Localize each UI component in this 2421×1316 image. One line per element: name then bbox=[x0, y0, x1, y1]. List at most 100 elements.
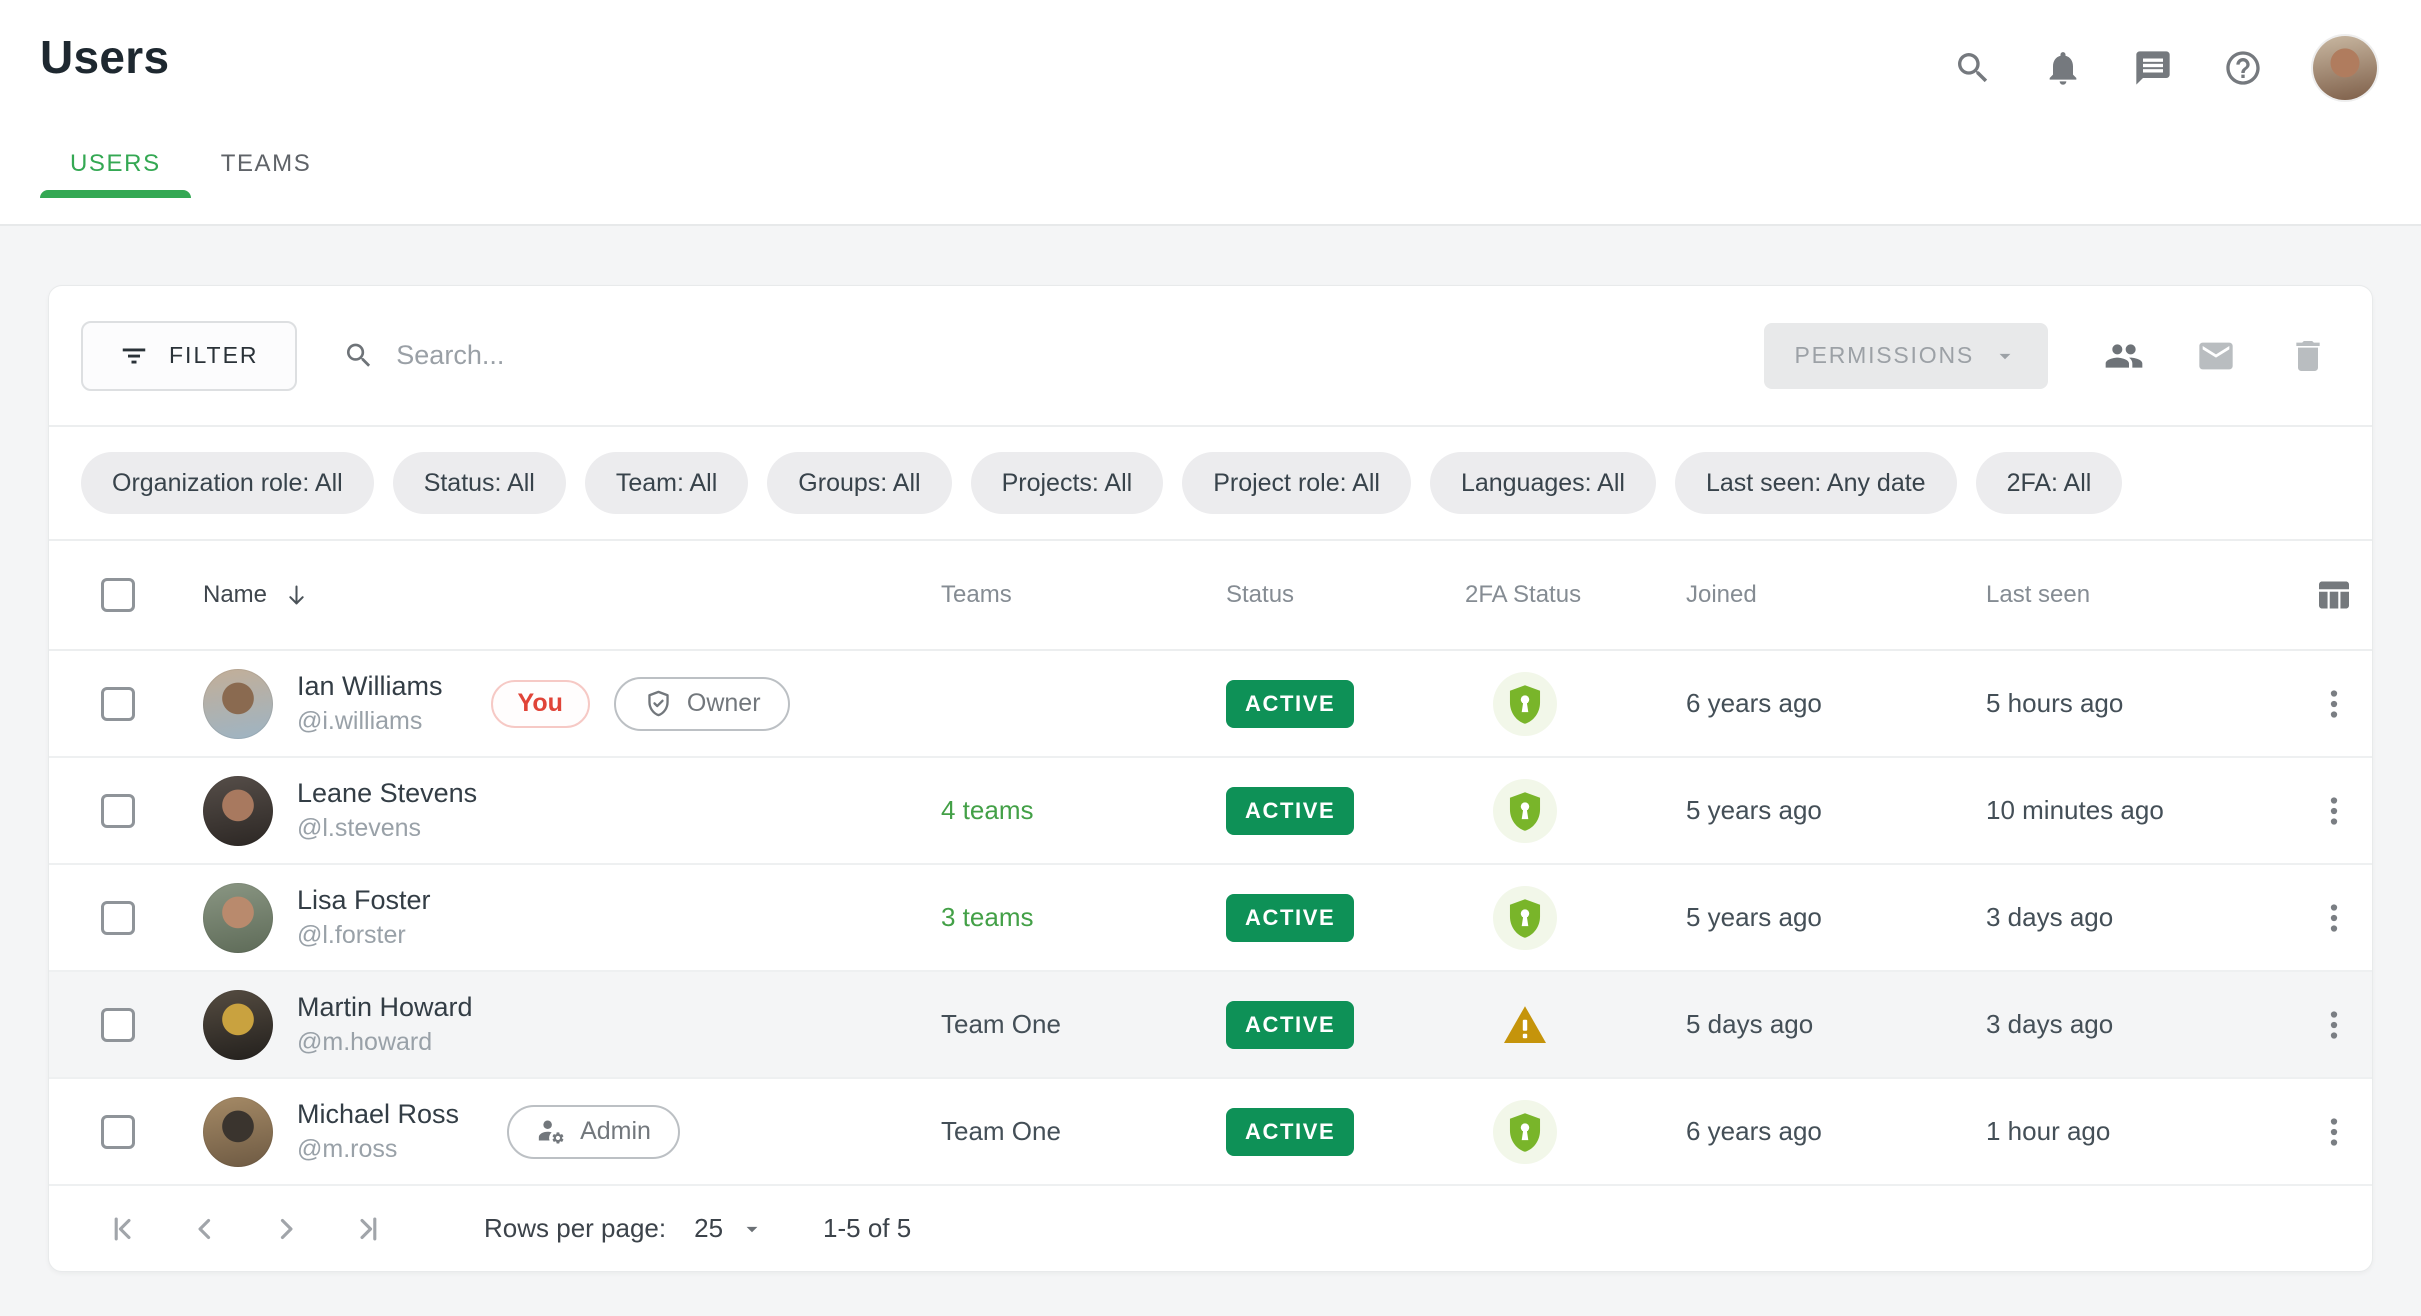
row-checkbox[interactable] bbox=[101, 1008, 135, 1042]
last-seen-cell: 5 hours ago bbox=[1986, 688, 2316, 719]
chevron-down-icon bbox=[739, 1216, 765, 1242]
chat-icon[interactable] bbox=[2133, 48, 2173, 88]
user-name: Martin Howard bbox=[297, 991, 473, 1025]
help-icon[interactable] bbox=[2223, 48, 2263, 88]
user-name: Michael Ross bbox=[297, 1098, 459, 1132]
row-checkbox[interactable] bbox=[101, 901, 135, 935]
row-checkbox[interactable] bbox=[101, 1115, 135, 1149]
toolbar-actions bbox=[2104, 336, 2328, 376]
chip-team[interactable]: Team: All bbox=[585, 452, 748, 514]
person-gear-icon bbox=[536, 1116, 567, 1147]
chip-organization-role[interactable]: Organization role: All bbox=[81, 452, 374, 514]
row-checkbox[interactable] bbox=[101, 687, 135, 721]
joined-cell: 6 years ago bbox=[1686, 1116, 1986, 1147]
column-settings-icon[interactable] bbox=[2316, 577, 2352, 613]
content-area: FILTER PERMISSIONS bbox=[0, 226, 2421, 1272]
row-menu-icon[interactable] bbox=[2316, 1007, 2352, 1043]
permissions-button[interactable]: PERMISSIONS bbox=[1764, 323, 2048, 389]
chip-groups[interactable]: Groups: All bbox=[767, 452, 951, 514]
user-name: Leane Stevens bbox=[297, 777, 477, 811]
chip-2fa[interactable]: 2FA: All bbox=[1976, 452, 2123, 514]
user-avatar[interactable] bbox=[2313, 36, 2377, 100]
user-name: Ian Williams bbox=[297, 670, 443, 704]
user-handle: @i.williams bbox=[297, 706, 443, 737]
table-row[interactable]: Michael Ross @m.ross Admin Team One ACTI… bbox=[49, 1079, 2372, 1186]
chip-status[interactable]: Status: All bbox=[393, 452, 566, 514]
chip-project-role[interactable]: Project role: All bbox=[1182, 452, 1411, 514]
table-row[interactable]: Lisa Foster @l.forster 3 teams ACTIVE 5 … bbox=[49, 865, 2372, 972]
2fa-enabled-icon bbox=[1493, 779, 1557, 843]
last-page-icon[interactable] bbox=[350, 1212, 384, 1246]
table-row[interactable]: Leane Stevens @l.stevens 4 teams ACTIVE … bbox=[49, 758, 2372, 865]
chip-projects[interactable]: Projects: All bbox=[971, 452, 1164, 514]
avatar bbox=[203, 883, 273, 953]
2fa-enabled-icon bbox=[1493, 1100, 1557, 1164]
last-seen-cell: 10 minutes ago bbox=[1986, 795, 2316, 826]
topbar: Users USERS TEAMS bbox=[0, 0, 2421, 226]
teams-link[interactable]: 3 teams bbox=[941, 902, 1034, 932]
column-header-name[interactable]: Name bbox=[203, 581, 941, 609]
last-seen-cell: 1 hour ago bbox=[1986, 1116, 2316, 1147]
pagination-range: 1-5 of 5 bbox=[823, 1213, 911, 1244]
2fa-enabled-icon bbox=[1493, 886, 1557, 950]
admin-badge: Admin bbox=[507, 1105, 680, 1159]
add-to-team-icon[interactable] bbox=[2104, 336, 2144, 376]
filter-icon bbox=[119, 341, 149, 371]
owner-badge-label: Owner bbox=[687, 689, 761, 718]
rows-per-page-select[interactable]: 25 bbox=[694, 1213, 765, 1244]
teams-cell: Team One bbox=[941, 1009, 1226, 1040]
email-icon[interactable] bbox=[2196, 336, 2236, 376]
joined-cell: 5 days ago bbox=[1686, 1009, 1986, 1040]
chip-last-seen[interactable]: Last seen: Any date bbox=[1675, 452, 1957, 514]
rows-per-page-value: 25 bbox=[694, 1213, 723, 1244]
permissions-button-label: PERMISSIONS bbox=[1794, 342, 1974, 369]
column-header-name-label: Name bbox=[203, 581, 267, 609]
avatar bbox=[203, 1097, 273, 1167]
table-row[interactable]: Martin Howard @m.howard Team One ACTIVE … bbox=[49, 972, 2372, 1079]
teams-link[interactable]: 4 teams bbox=[941, 795, 1034, 825]
row-checkbox[interactable] bbox=[101, 794, 135, 828]
chip-languages[interactable]: Languages: All bbox=[1430, 452, 1656, 514]
previous-page-icon[interactable] bbox=[188, 1212, 222, 1246]
tabs: USERS TEAMS bbox=[0, 132, 2421, 196]
status-badge: ACTIVE bbox=[1226, 1001, 1354, 1049]
avatar bbox=[203, 669, 273, 739]
table-row[interactable]: Ian Williams @i.williams You Owner ACTIV… bbox=[49, 651, 2372, 758]
tab-users-label: USERS bbox=[70, 150, 161, 178]
row-menu-icon[interactable] bbox=[2316, 900, 2352, 936]
column-header-joined: Joined bbox=[1686, 581, 1986, 609]
tab-teams[interactable]: TEAMS bbox=[191, 132, 342, 196]
search-input[interactable] bbox=[396, 340, 1764, 371]
table-header: Name Teams Status 2FA Status Joined Last… bbox=[49, 541, 2372, 651]
shield-check-icon bbox=[643, 688, 674, 719]
last-seen-cell: 3 days ago bbox=[1986, 902, 2316, 933]
user-name: Lisa Foster bbox=[297, 884, 431, 918]
2fa-enabled-icon bbox=[1493, 672, 1557, 736]
row-menu-icon[interactable] bbox=[2316, 1114, 2352, 1150]
users-card: FILTER PERMISSIONS bbox=[48, 285, 2373, 1272]
next-page-icon[interactable] bbox=[269, 1212, 303, 1246]
search-field-icon bbox=[343, 339, 375, 372]
row-menu-icon[interactable] bbox=[2316, 793, 2352, 829]
sort-descending-icon bbox=[283, 582, 310, 609]
first-page-icon[interactable] bbox=[107, 1212, 141, 1246]
joined-cell: 6 years ago bbox=[1686, 688, 1986, 719]
notifications-icon[interactable] bbox=[2043, 48, 2083, 88]
teams-cell: Team One bbox=[941, 1116, 1226, 1147]
delete-icon[interactable] bbox=[2288, 336, 2328, 376]
row-menu-icon[interactable] bbox=[2316, 686, 2352, 722]
tab-users[interactable]: USERS bbox=[40, 132, 191, 196]
rows-per-page-label: Rows per page: bbox=[484, 1213, 666, 1244]
column-header-2fa: 2FA Status bbox=[1441, 581, 1686, 609]
user-handle: @l.forster bbox=[297, 920, 431, 951]
2fa-warning-icon bbox=[1501, 1001, 1549, 1049]
filter-button[interactable]: FILTER bbox=[81, 321, 297, 391]
status-badge: ACTIVE bbox=[1226, 787, 1354, 835]
filter-chips-row: Organization role: All Status: All Team:… bbox=[49, 427, 2372, 541]
status-badge: ACTIVE bbox=[1226, 1108, 1354, 1156]
select-all-checkbox[interactable] bbox=[101, 578, 135, 612]
search-icon[interactable] bbox=[1953, 48, 1993, 88]
status-badge: ACTIVE bbox=[1226, 680, 1354, 728]
column-header-last-seen: Last seen bbox=[1986, 581, 2316, 609]
filter-button-label: FILTER bbox=[169, 342, 259, 369]
